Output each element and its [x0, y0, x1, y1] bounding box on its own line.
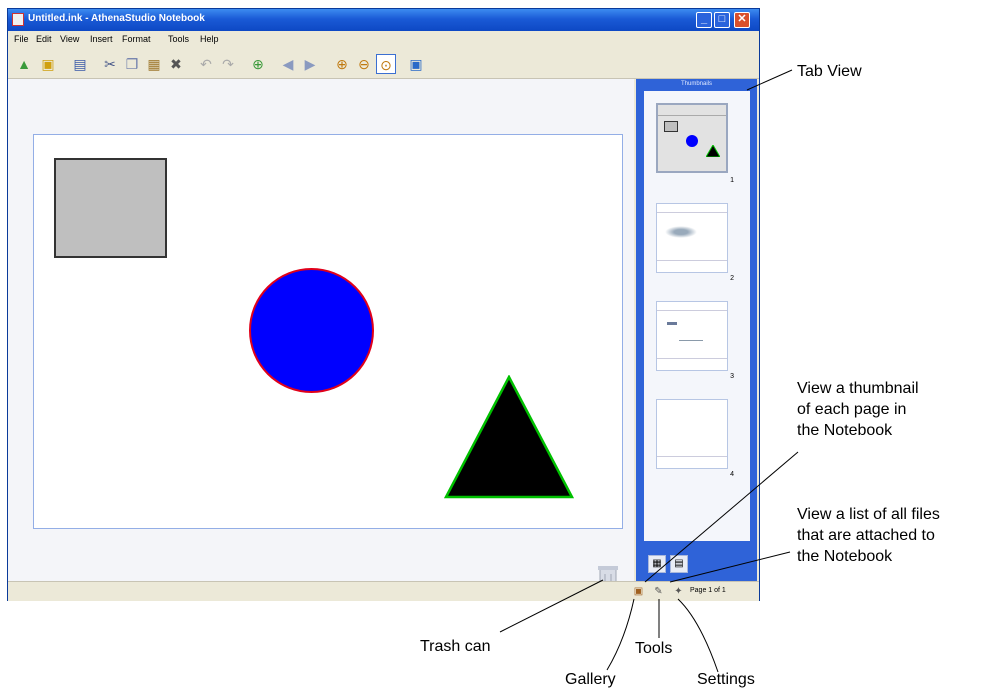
callout-tools: Tools: [635, 640, 673, 657]
callout-line: the Notebook: [797, 422, 893, 439]
callout-thumbnail-view: View a thumbnail of each page in the Not…: [797, 378, 919, 441]
callout-line: of each page in: [797, 401, 907, 418]
callout-line: View a thumbnail: [797, 380, 919, 397]
callout-line: View a list of all files: [797, 506, 940, 523]
callout-line: that are attached to: [797, 527, 935, 544]
callout-line: the Notebook: [797, 548, 893, 565]
callout-attachments: View a list of all files that are attach…: [797, 504, 940, 567]
callout-settings: Settings: [697, 671, 755, 688]
callout-tab-view: Tab View: [797, 63, 862, 80]
callout-gallery: Gallery: [565, 671, 616, 688]
callout-trash-can: Trash can: [420, 638, 491, 655]
callout-lines: [499, 69, 799, 673]
